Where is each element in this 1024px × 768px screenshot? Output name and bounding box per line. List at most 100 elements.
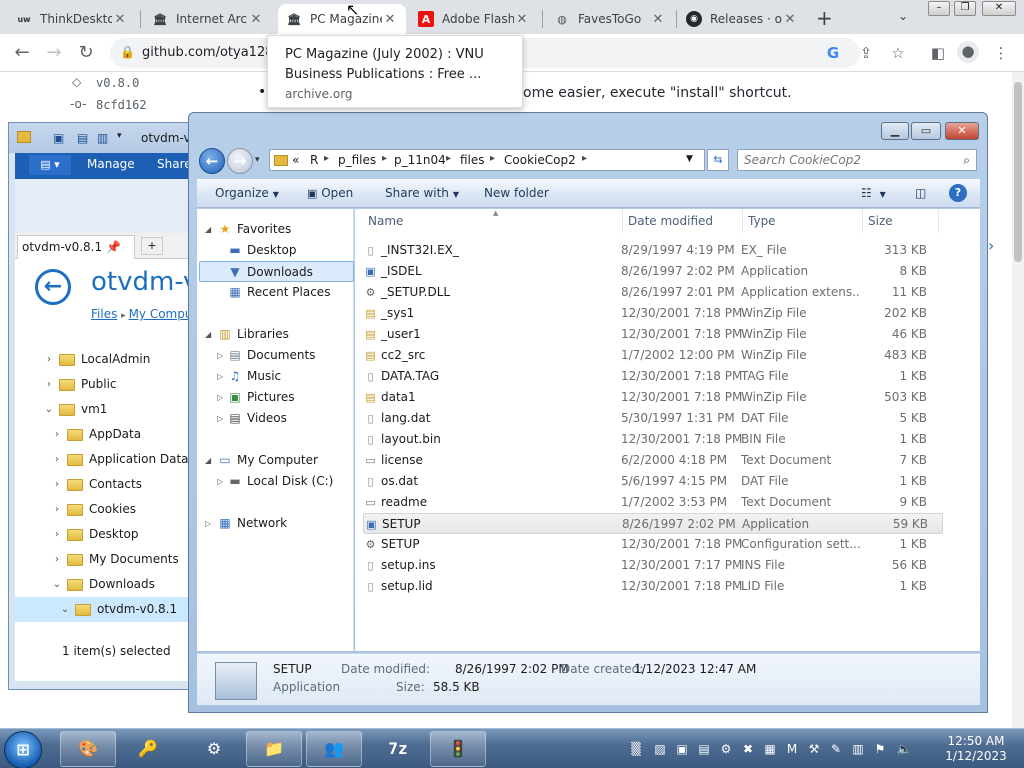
view-options-icon[interactable]: ☷ ▼: [861, 186, 886, 200]
taskbar-app-7zip[interactable]: 7z: [370, 731, 426, 767]
close-icon[interactable]: ✕: [382, 12, 398, 27]
chevron-down-icon[interactable]: ⌄: [43, 397, 55, 422]
chevron-down-icon[interactable]: ◢: [205, 450, 211, 471]
google-icon[interactable]: G: [822, 43, 844, 63]
tray-app-icon[interactable]: ✖: [740, 741, 756, 757]
close-button[interactable]: ✕: [945, 122, 979, 140]
side-panel-icon[interactable]: ◧: [927, 43, 949, 63]
chevron-right-icon[interactable]: ›: [51, 472, 63, 497]
chevron-right-icon[interactable]: ›: [43, 347, 55, 372]
nav-pictures[interactable]: ▷ ▣ Pictures: [197, 387, 354, 408]
browser-tab-pc-magazine[interactable]: 🏛 PC Magazine ✕: [278, 4, 406, 34]
file-row[interactable]: ▯ setup.lid 12/30/2001 7:18 PM LID File 1 KB: [363, 576, 943, 597]
tray-app-icon[interactable]: ⚒: [806, 741, 822, 757]
tray-app-icon[interactable]: ✎: [828, 741, 844, 757]
chevron-right-icon[interactable]: ▷: [217, 345, 223, 366]
bookmark-star-icon[interactable]: ☆: [887, 43, 909, 63]
volume-icon[interactable]: 🔈: [896, 741, 912, 757]
tray-app-icon[interactable]: M: [784, 741, 800, 757]
file-row[interactable]: ▯ setup.ins 12/30/2001 7:17 PM INS File 56 K…: [363, 555, 943, 576]
file-row[interactable]: ▣ SETUP 8/26/1997 2:02 PM Application 59 KB: [363, 513, 943, 534]
breadcrumb-item[interactable]: p_files: [338, 153, 376, 167]
column-header-date[interactable]: Date modified: [623, 209, 743, 233]
refresh-button[interactable]: ⇆: [707, 149, 729, 171]
clock[interactable]: 12:50 AM 1/12/2023: [936, 734, 1016, 764]
add-tab-button[interactable]: +: [141, 237, 163, 255]
close-icon[interactable]: ✕: [248, 12, 264, 27]
nav-desktop[interactable]: ▬ Desktop: [197, 240, 354, 261]
nav-videos[interactable]: ▷ ▤ Videos: [197, 408, 354, 429]
chevron-right-icon[interactable]: ▷: [217, 366, 223, 387]
new-folder-icon[interactable]: ▥: [97, 131, 108, 145]
tray-app-icon[interactable]: ▨: [652, 741, 668, 757]
action-center-icon[interactable]: ⚑: [872, 741, 888, 757]
nav-favorites[interactable]: ◢ ★ Favorites: [197, 219, 354, 240]
chevron-down-icon[interactable]: ◢: [205, 219, 211, 240]
breadcrumb-overflow[interactable]: «: [292, 153, 299, 167]
browser-tab-thinkdesktop[interactable]: uw ThinkDeskto ✕: [8, 4, 136, 34]
explorer-window[interactable]: ▁ ▭ ✕ ← → ▾ « R ▸ p_files ▸ p_11n04 ▸ fi…: [188, 112, 988, 713]
forward-button[interactable]: →: [227, 148, 253, 174]
chevron-down-icon[interactable]: ▾: [117, 131, 122, 141]
minimize-button[interactable]: –: [928, 1, 950, 16]
menu-kebab-icon[interactable]: ⋮: [990, 43, 1012, 63]
tray-app-icon[interactable]: ▣: [674, 741, 690, 757]
file-row[interactable]: ▤ _sys1 12/30/2001 7:18 PM WinZip File 202 K…: [363, 303, 943, 324]
browser-tab-favestogo[interactable]: ◍ FavesToGo ✕: [546, 4, 674, 34]
file-menu-button[interactable]: ▤ ▾: [29, 155, 71, 175]
search-icon[interactable]: ⌕: [963, 153, 970, 168]
ribbon-tab-share[interactable]: Share: [157, 157, 192, 171]
file-row[interactable]: ⚙ SETUP 12/30/2001 7:18 PM Configuration se…: [363, 534, 943, 555]
nav-network[interactable]: ▷ ▦ Network: [197, 513, 354, 534]
pin-icon[interactable]: 📌: [106, 240, 121, 254]
tray-expand-icon[interactable]: ▒: [628, 741, 644, 757]
forward-arrow-icon[interactable]: →: [42, 41, 66, 65]
explorer-tab[interactable]: otvdm-v0.8.1 📌: [17, 235, 135, 259]
nav-downloads[interactable]: ▼ Downloads: [199, 261, 354, 282]
taskbar-app-users[interactable]: 👥: [306, 731, 362, 767]
breadcrumb-item[interactable]: CookieCop2: [504, 153, 576, 167]
close-icon[interactable]: ✕: [650, 12, 666, 27]
close-button[interactable]: ✕: [982, 1, 1016, 16]
chevron-right-icon[interactable]: ▸: [324, 153, 329, 164]
search-box[interactable]: ⌕: [737, 149, 977, 171]
nav-my-computer[interactable]: ◢ ▭ My Computer: [197, 450, 354, 471]
properties-icon[interactable]: ▤: [77, 131, 88, 145]
file-row[interactable]: ▯ DATA.TAG 12/30/2001 7:18 PM TAG File 1 KB: [363, 366, 943, 387]
breadcrumb-item[interactable]: files: [460, 153, 485, 167]
taskbar-app-explorer[interactable]: 📁: [246, 731, 302, 767]
organize-button[interactable]: Organize ▼: [215, 186, 279, 200]
recent-pages-dropdown[interactable]: ▾: [255, 155, 260, 165]
browser-tab-releases[interactable]: ◉ Releases · ot ✕: [678, 4, 806, 34]
breadcrumb-item[interactable]: R: [310, 153, 318, 167]
save-icon[interactable]: ▣: [53, 131, 64, 145]
chevron-right-icon[interactable]: ▷: [205, 513, 211, 534]
close-icon[interactable]: ✕: [782, 12, 798, 27]
chevron-right-icon[interactable]: ›: [51, 447, 63, 472]
scrollbar-thumb[interactable]: [1014, 82, 1022, 262]
help-icon[interactable]: ?: [949, 184, 967, 202]
file-row[interactable]: ▯ _INST32I.EX_ 8/29/1997 4:19 PM EX_ File 31…: [363, 240, 943, 261]
file-row[interactable]: ▯ lang.dat 5/30/1997 1:31 PM DAT File 5 KB: [363, 408, 943, 429]
breadcrumb-item[interactable]: My Comput: [129, 307, 198, 321]
maximize-button[interactable]: ▭: [911, 122, 941, 140]
nav-recent-places[interactable]: ▦ Recent Places: [197, 282, 354, 303]
file-row[interactable]: ▤ data1 12/30/2001 7:18 PM WinZip File 503 K…: [363, 387, 943, 408]
chevron-right-icon[interactable]: ›: [43, 372, 55, 397]
nav-music[interactable]: ▷ ♫ Music: [197, 366, 354, 387]
chevron-right-icon[interactable]: ▸: [382, 153, 387, 164]
chevron-right-icon[interactable]: ›: [51, 522, 63, 547]
tray-app-icon[interactable]: ▤: [696, 741, 712, 757]
new-folder-button[interactable]: New folder: [484, 186, 549, 200]
page-scrollbar[interactable]: [1012, 72, 1024, 728]
preview-pane-icon[interactable]: ◫: [915, 186, 926, 200]
chevron-down-icon[interactable]: ▼: [686, 154, 693, 164]
close-icon[interactable]: ✕: [112, 12, 128, 27]
file-row[interactable]: ▤ _user1 12/30/2001 7:18 PM WinZip File 46 K…: [363, 324, 943, 345]
file-row[interactable]: ▯ layout.bin 12/30/2001 7:18 PM BIN File 1 K…: [363, 429, 943, 450]
chevron-right-icon[interactable]: ▸: [582, 153, 587, 164]
taskbar-app-traffic-light[interactable]: 🚦: [430, 731, 486, 767]
chevron-right-icon[interactable]: ›: [51, 497, 63, 522]
chevron-right-icon[interactable]: ▷: [217, 471, 223, 492]
chevron-right-icon[interactable]: ›: [51, 422, 63, 447]
